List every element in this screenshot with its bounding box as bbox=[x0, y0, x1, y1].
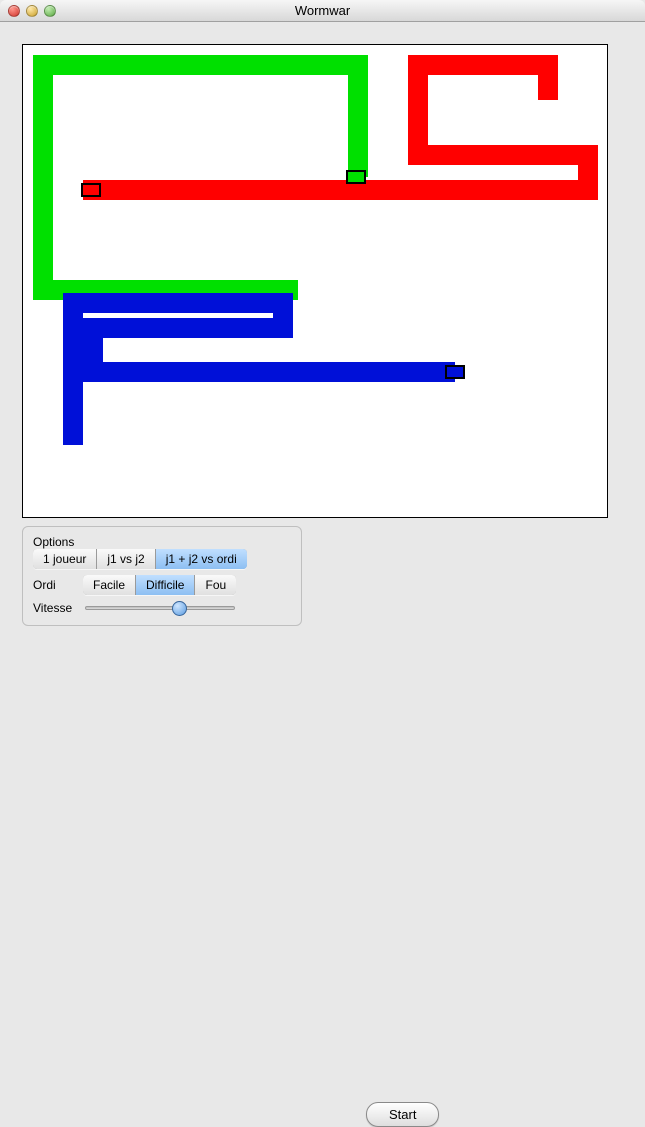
worm-trails bbox=[23, 45, 609, 519]
window-titlebar: Wormwar bbox=[0, 0, 645, 22]
window-title: Wormwar bbox=[0, 3, 645, 18]
worm-red-head bbox=[81, 183, 101, 197]
ordi-label: Ordi bbox=[33, 578, 83, 592]
vitesse-label: Vitesse bbox=[33, 601, 83, 615]
start-button[interactable]: Start bbox=[366, 1102, 439, 1127]
mode-option-1[interactable]: j1 vs j2 bbox=[97, 549, 155, 569]
worm-green-head bbox=[346, 170, 366, 184]
mode-selector[interactable]: 1 joueurj1 vs j2j1 + j2 vs ordi bbox=[33, 549, 247, 569]
difficulty-option-0[interactable]: Facile bbox=[83, 575, 136, 595]
difficulty-selector[interactable]: FacileDifficileFou bbox=[83, 575, 236, 595]
difficulty-option-1[interactable]: Difficile bbox=[136, 575, 195, 595]
game-arena bbox=[22, 44, 608, 518]
vitesse-slider[interactable] bbox=[85, 606, 235, 610]
worm-green-trail bbox=[43, 65, 358, 290]
difficulty-option-2[interactable]: Fou bbox=[195, 575, 236, 595]
worm-blue-trail bbox=[73, 303, 455, 445]
options-panel: Options 1 joueurj1 vs j2j1 + j2 vs ordi … bbox=[22, 526, 302, 626]
mode-option-0[interactable]: 1 joueur bbox=[33, 549, 97, 569]
mode-option-2[interactable]: j1 + j2 vs ordi bbox=[156, 549, 247, 569]
options-legend: Options bbox=[33, 535, 291, 549]
worm-blue-head bbox=[445, 365, 465, 379]
worm-red-trail bbox=[83, 65, 588, 190]
